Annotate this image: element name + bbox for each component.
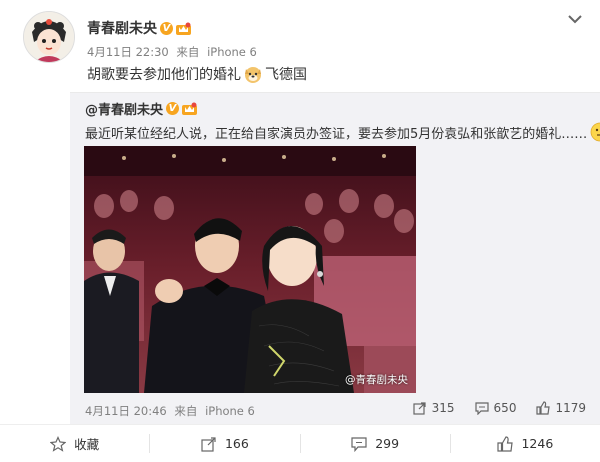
repost-repost-count[interactable]: 315 <box>413 401 455 415</box>
vip-crown-icon[interactable] <box>182 102 198 115</box>
photo-watermark: @青春剧未央 <box>345 374 408 386</box>
weibo-post-card: 青春剧未央 V 4月11日 22:30 来自 iPhone 6 胡歌要去参加他们… <box>0 0 600 461</box>
smile-emoji-icon <box>590 122 600 142</box>
verified-v-icon: V <box>160 21 173 35</box>
favorite-button[interactable]: 收藏 <box>0 425 149 462</box>
repost-comment-count-value: 650 <box>493 401 517 415</box>
comment-icon <box>351 436 367 452</box>
repost-author[interactable]: @青春剧未央 V <box>85 99 198 118</box>
reposted-content[interactable]: @青春剧未央 V 最近听某位经纪人说，正在给自家演员办签证，要去参加5月份袁弘和… <box>70 92 600 425</box>
repost-meta: 4月11日 20:46 来自 iPhone 6 <box>85 403 259 419</box>
like-icon <box>536 401 551 415</box>
post-text: 胡歌要去参加他们的婚礼 飞德国 <box>87 64 307 84</box>
star-icon <box>50 435 67 452</box>
doge-emoji-icon <box>243 64 263 84</box>
post-author[interactable]: 青春剧未央 V <box>87 18 191 38</box>
like-button[interactable]: 1246 <box>451 425 600 462</box>
post-text-before: 胡歌要去参加他们的婚礼 <box>87 67 241 83</box>
repost-like-count-value: 1179 <box>555 401 586 415</box>
repost-icon <box>201 436 216 452</box>
repost-time[interactable]: 4月11日 20:46 <box>85 404 167 418</box>
repost-comment-count[interactable]: 650 <box>474 401 517 415</box>
repost-source-prefix: 来自 <box>174 404 198 418</box>
repost-button[interactable]: 166 <box>150 425 299 462</box>
post-time[interactable]: 4月11日 22:30 <box>87 45 169 59</box>
repost-source[interactable]: iPhone 6 <box>205 404 255 418</box>
repost-repost-count-value: 315 <box>431 401 455 415</box>
repost-count: 166 <box>224 436 249 451</box>
post-photo[interactable]: @青春剧未央 <box>84 146 416 393</box>
like-icon <box>497 435 514 452</box>
repost-text: 最近听某位经纪人说，正在给自家演员办签证，要去参加5月份袁弘和张歆艺的婚礼…… <box>85 122 600 142</box>
comment-button[interactable]: 299 <box>301 425 450 462</box>
like-count: 1246 <box>521 436 554 451</box>
author-name[interactable]: 青春剧未央 <box>87 18 157 38</box>
verified-v-icon: V <box>166 102 180 115</box>
favorite-label: 收藏 <box>74 437 100 452</box>
repost-icon <box>413 402 426 415</box>
source-prefix: 来自 <box>176 45 200 59</box>
repost-stats: 315 650 1179 <box>393 401 586 415</box>
repost-text-body: 最近听某位经纪人说，正在给自家演员办签证，要去参加5月份袁弘和张歆艺的婚礼…… <box>85 126 588 142</box>
avatar[interactable] <box>23 11 75 63</box>
post-meta: 4月11日 22:30 来自 iPhone 6 <box>87 44 261 60</box>
chevron-down-icon[interactable] <box>566 12 584 26</box>
vip-crown-icon[interactable] <box>176 22 191 35</box>
comment-icon <box>474 402 489 415</box>
post-source[interactable]: iPhone 6 <box>207 45 257 59</box>
repost-like-count[interactable]: 1179 <box>536 401 586 415</box>
action-bar: 收藏 166 299 1246 <box>0 424 600 462</box>
comment-count: 299 <box>375 436 400 451</box>
repost-author-name[interactable]: @青春剧未央 <box>85 99 163 118</box>
post-text-after: 飞德国 <box>265 67 307 83</box>
